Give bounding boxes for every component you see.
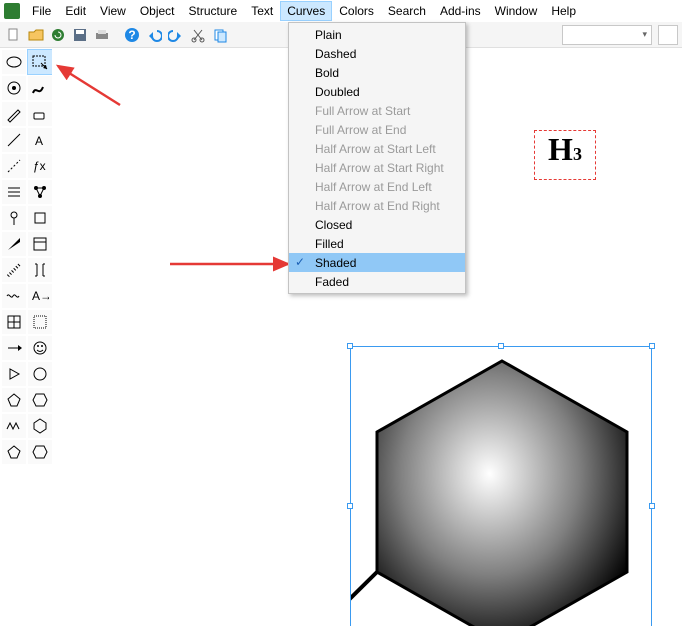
dd-full-arrow-end: Full Arrow at End bbox=[289, 120, 465, 139]
svg-text:?: ? bbox=[128, 28, 135, 42]
dd-dashed[interactable]: Dashed bbox=[289, 44, 465, 63]
callout-arrow-1 bbox=[50, 60, 130, 110]
atom-label-element: H bbox=[548, 131, 573, 168]
atom-label-box[interactable]: H 3 bbox=[534, 130, 596, 180]
tool-formula[interactable]: ƒx bbox=[28, 154, 52, 178]
atom-label-subscript: 3 bbox=[573, 144, 582, 165]
dd-full-arrow-start: Full Arrow at Start bbox=[289, 101, 465, 120]
menubar: File Edit View Object Structure Text Cur… bbox=[0, 0, 682, 22]
dd-plain[interactable]: Plain bbox=[289, 25, 465, 44]
tool-wave[interactable] bbox=[2, 284, 26, 308]
tool-dash-line[interactable] bbox=[2, 154, 26, 178]
tool-wedge[interactable] bbox=[2, 232, 26, 256]
tb-save-icon[interactable] bbox=[70, 25, 90, 45]
tool-structure[interactable] bbox=[28, 180, 52, 204]
dd-faded[interactable]: Faded bbox=[289, 272, 465, 291]
tool-smiley[interactable] bbox=[28, 336, 52, 360]
menu-file[interactable]: File bbox=[26, 2, 57, 20]
tool-circle-dot[interactable] bbox=[2, 76, 26, 100]
tool-pen[interactable] bbox=[2, 102, 26, 126]
check-icon: ✓ bbox=[295, 255, 305, 269]
tool-text[interactable]: A bbox=[28, 128, 52, 152]
dd-shaded[interactable]: ✓Shaded bbox=[289, 253, 465, 272]
shaded-hexagon bbox=[351, 347, 653, 626]
tb-new-icon[interactable] bbox=[4, 25, 24, 45]
dd-half-arrow-end-right: Half Arrow at End Right bbox=[289, 196, 465, 215]
tool-grid[interactable] bbox=[2, 310, 26, 334]
tool-marquee[interactable] bbox=[28, 50, 52, 74]
menu-structure[interactable]: Structure bbox=[183, 2, 244, 20]
tool-hexagon-2[interactable] bbox=[28, 414, 52, 438]
menu-edit[interactable]: Edit bbox=[59, 2, 92, 20]
tb-help-icon[interactable]: ? bbox=[122, 25, 142, 45]
tool-ellipse[interactable] bbox=[2, 50, 26, 74]
tool-eraser[interactable] bbox=[28, 102, 52, 126]
menu-window[interactable]: Window bbox=[489, 2, 544, 20]
tool-dotgrid[interactable] bbox=[28, 310, 52, 334]
tool-arrow[interactable] bbox=[2, 336, 26, 360]
svg-text:A: A bbox=[35, 134, 43, 148]
menu-view[interactable]: View bbox=[94, 2, 132, 20]
menu-help[interactable]: Help bbox=[545, 2, 582, 20]
tool-play[interactable] bbox=[2, 362, 26, 386]
tool-replace[interactable]: A→A bbox=[28, 284, 52, 308]
tb-open-icon[interactable] bbox=[26, 25, 46, 45]
dd-half-arrow-end-left: Half Arrow at End Left bbox=[289, 177, 465, 196]
tb-redo-icon[interactable] bbox=[166, 25, 186, 45]
tool-pin[interactable] bbox=[2, 206, 26, 230]
app-icon bbox=[4, 3, 20, 19]
tool-multi-line[interactable] bbox=[2, 180, 26, 204]
tool-hexagon-1[interactable] bbox=[28, 388, 52, 412]
menu-colors[interactable]: Colors bbox=[333, 2, 380, 20]
selection-box[interactable]: + bbox=[350, 346, 652, 626]
tool-ring[interactable] bbox=[28, 362, 52, 386]
dd-doubled[interactable]: Doubled bbox=[289, 82, 465, 101]
dd-closed[interactable]: Closed bbox=[289, 215, 465, 234]
svg-text:A→A: A→A bbox=[32, 289, 49, 303]
curves-dropdown: Plain Dashed Bold Doubled Full Arrow at … bbox=[288, 22, 466, 294]
toolbar-swatch[interactable] bbox=[658, 25, 678, 45]
tb-print-icon[interactable] bbox=[92, 25, 112, 45]
dd-filled[interactable]: Filled bbox=[289, 234, 465, 253]
tb-undo-icon[interactable] bbox=[144, 25, 164, 45]
dd-half-arrow-start-left: Half Arrow at Start Left bbox=[289, 139, 465, 158]
toolbar-combo[interactable]: ▾ bbox=[562, 25, 652, 45]
tool-pentagon-2[interactable] bbox=[2, 440, 26, 464]
menu-text[interactable]: Text bbox=[245, 2, 279, 20]
tool-hexagon-3[interactable] bbox=[28, 440, 52, 464]
tb-cut-icon[interactable] bbox=[188, 25, 208, 45]
svg-text:ƒx: ƒx bbox=[33, 159, 46, 173]
tool-zigzag[interactable] bbox=[2, 414, 26, 438]
tb-copy-icon[interactable] bbox=[210, 25, 230, 45]
tool-palette: A ƒx A→A bbox=[0, 48, 52, 466]
tool-brackets[interactable] bbox=[28, 258, 52, 282]
menu-addins[interactable]: Add-ins bbox=[434, 2, 487, 20]
tool-pentagon-1[interactable] bbox=[2, 388, 26, 412]
dd-half-arrow-start-right: Half Arrow at Start Right bbox=[289, 158, 465, 177]
tool-hash[interactable] bbox=[2, 258, 26, 282]
tool-line[interactable] bbox=[2, 128, 26, 152]
menu-curves[interactable]: Curves bbox=[281, 2, 331, 20]
dd-bold[interactable]: Bold bbox=[289, 63, 465, 82]
callout-arrow-2 bbox=[166, 252, 296, 276]
chevron-down-icon: ▾ bbox=[642, 29, 647, 40]
menu-search[interactable]: Search bbox=[382, 2, 432, 20]
tool-object[interactable] bbox=[28, 206, 52, 230]
tool-freehand[interactable] bbox=[28, 76, 52, 100]
tb-refresh-icon[interactable] bbox=[48, 25, 68, 45]
tool-panel[interactable] bbox=[28, 232, 52, 256]
menu-object[interactable]: Object bbox=[134, 2, 181, 20]
